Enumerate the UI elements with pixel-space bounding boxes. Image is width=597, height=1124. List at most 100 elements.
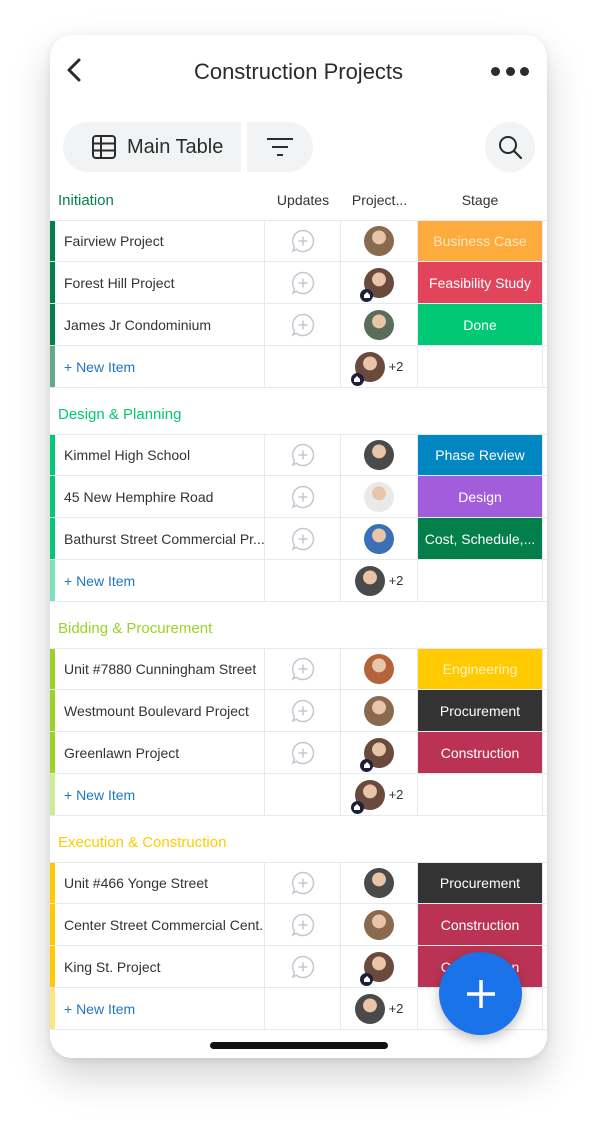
group-title[interactable]: Design & Planning [58,406,181,423]
item-name-cell[interactable]: Westmount Boulevard Project [55,690,265,731]
table-row: Kimmel High School Phase Review [50,434,547,476]
search-button[interactable] [485,122,535,172]
divider [542,732,543,773]
home-badge-icon [360,288,373,302]
people-cell[interactable] [341,435,418,475]
people-cell[interactable] [341,304,418,345]
plus-icon [466,979,495,1008]
updates-cell[interactable] [265,518,341,559]
stage-status-label[interactable]: Procurement [418,863,542,903]
item-name-cell[interactable]: Bathurst Street Commercial Pr... [55,518,265,559]
stage-status-label[interactable]: Business Case [418,221,542,261]
stage-status-label[interactable]: Feasibility Study [418,262,542,303]
group-header: Execution & Construction [50,822,547,862]
back-button[interactable] [60,55,90,85]
updates-cell[interactable] [265,221,341,261]
people-cell[interactable] [341,946,418,987]
add-update-icon [291,741,314,765]
stage-status-label[interactable]: Construction [418,732,542,773]
dot [491,66,500,76]
people-cell[interactable] [341,904,418,945]
column-header-updates[interactable]: Updates [265,192,341,208]
avatar [360,267,394,302]
item-name-cell[interactable]: James Jr Condominium [55,304,265,345]
people-cell[interactable] [341,262,418,303]
stage-status-label[interactable]: Construction [418,904,542,945]
updates-cell[interactable] [265,904,341,945]
stage-status-label[interactable]: Cost, Schedule,... [418,518,542,559]
item-name-cell[interactable]: 45 New Hemphire Road [55,476,265,517]
avatar [354,993,385,1024]
stage-status-label[interactable]: Phase Review [418,435,542,475]
group: Fairview Project Business Case Forest Hi… [50,220,547,388]
updates-cell[interactable] [265,946,341,987]
item-name-cell[interactable]: Forest Hill Project [55,262,265,303]
add-update-icon [291,485,314,509]
updates-cell[interactable] [265,690,341,731]
home-badge-icon [350,800,364,814]
updates-cell[interactable] [265,649,341,689]
people-cell[interactable] [341,221,418,261]
add-update-icon [291,443,314,467]
updates-cell[interactable] [265,304,341,345]
people-cell[interactable] [341,476,418,517]
people-summary-cell[interactable]: +2 [341,774,418,815]
people-cell[interactable] [341,649,418,689]
page-title: Construction Projects [193,59,404,84]
divider [542,560,543,601]
people-cell[interactable] [341,690,418,731]
filter-button[interactable] [247,122,313,172]
divider [542,649,543,689]
people-summary-cell[interactable]: +2 [341,988,418,1029]
group-title[interactable]: Bidding & Procurement [58,620,212,637]
board-toolbar: Main Table [63,122,535,172]
divider [542,435,543,475]
more-options-button[interactable] [491,61,529,81]
updates-cell[interactable] [265,435,341,475]
group-title[interactable]: Execution & Construction [58,834,226,851]
stage-status-label[interactable]: Procurement [418,690,542,731]
main-table-label: Main Table [127,135,224,158]
column-header-stage[interactable]: Stage [418,192,542,208]
item-name-cell[interactable]: Unit #466 Yonge Street [55,863,265,903]
add-update-icon [291,699,314,723]
group-title[interactable]: Initiation [58,192,114,209]
table-row: Fairview Project Business Case [50,220,547,262]
stage-status-label[interactable]: Design [418,476,542,517]
people-cell[interactable] [341,732,418,773]
avatar [364,695,394,726]
main-table-view-button[interactable]: Main Table [63,122,241,172]
stage-status-label[interactable]: Engineering [418,649,542,689]
item-name-cell[interactable]: Unit #7880 Cunningham Street [55,649,265,689]
people-cell[interactable] [341,518,418,559]
item-name-cell[interactable]: Center Street Commercial Cent... [55,904,265,945]
updates-cell[interactable] [265,863,341,903]
add-update-icon [291,657,314,681]
home-indicator [210,1042,388,1049]
item-name-cell[interactable]: King St. Project [55,946,265,987]
avatar [350,779,385,814]
new-item-button[interactable]: + New Item [55,560,265,601]
table-row: Unit #466 Yonge Street Procurement [50,862,547,904]
stage-status-label[interactable]: Done [418,304,542,345]
updates-cell[interactable] [265,732,341,773]
people-count: +2 [388,573,404,588]
new-item-button[interactable]: + New Item [55,774,265,815]
column-header-project[interactable]: Project... [341,192,418,208]
group: Kimmel High School Phase Review 45 New H… [50,434,547,602]
people-summary-cell[interactable]: +2 [341,560,418,601]
add-item-fab[interactable] [439,952,522,1035]
item-name-cell[interactable]: Fairview Project [55,221,265,261]
item-name-cell[interactable]: Kimmel High School [55,435,265,475]
avatar [350,351,385,386]
people-count: +2 [388,1001,404,1016]
new-item-button[interactable]: + New Item [55,988,265,1029]
item-name-cell[interactable]: Greenlawn Project [55,732,265,773]
people-cell[interactable] [341,863,418,903]
divider [542,262,543,303]
people-summary-cell[interactable]: +2 [341,346,418,387]
avatar [364,654,394,684]
updates-cell[interactable] [265,476,341,517]
updates-cell[interactable] [265,262,341,303]
new-item-button[interactable]: + New Item [55,346,265,387]
